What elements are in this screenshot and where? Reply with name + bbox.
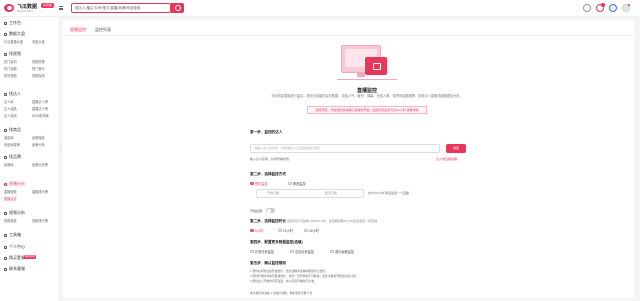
sidebar-subitem[interactable]: 品牌分析 xyxy=(32,142,45,147)
sidebar-item-toolbox[interactable]: 工具箱 xyxy=(4,232,21,238)
brand-name: 飞瓜数据 xyxy=(17,4,38,10)
sidebar-subitem[interactable]: 商品销量榜 xyxy=(4,142,20,147)
sidebar-subitem[interactable]: 直播达人榜 xyxy=(32,106,48,111)
sidebar-subitem[interactable]: 直播达人榜 xyxy=(32,99,48,104)
sidebar-item-influencer[interactable]: 找达人 xyxy=(4,91,21,97)
end-date-field[interactable]: 结束日期 xyxy=(325,190,337,197)
sidebar: 工作台 数据大盘 行业直播大盘 流量大盘 找视频 热门素材 视频热榜 热门话题 … xyxy=(0,17,60,301)
checkbox-interaction-analysis[interactable]: 互动分析监控 xyxy=(290,249,314,254)
tool-icon xyxy=(4,233,7,237)
avatar[interactable] xyxy=(622,4,630,12)
sidebar-subitem[interactable]: 视频热榜 xyxy=(32,59,45,64)
search-button[interactable] xyxy=(171,3,184,13)
duration-tip: 共计0.0小时 每天最多一个直播 xyxy=(368,191,410,195)
page-description: 可对特定直播进行监控，提供分钟级的实时数据，包括人气、曝光、弹幕、在线人数、带货… xyxy=(271,94,463,98)
toggle-label: 开播提醒 xyxy=(250,209,263,213)
bag-icon xyxy=(4,128,7,132)
not-live-reminder-link[interactable]: 达人未直播提醒 xyxy=(436,157,457,161)
sidebar-subitem[interactable]: 热门音乐 xyxy=(32,66,45,71)
radio-6h[interactable]: 6小时 xyxy=(250,228,263,233)
brand-subtitle: FEIGUA DATA xyxy=(17,10,34,13)
influencer-search-input[interactable]: 请输入达人抖音号、名称或达人主页链接进行搜索 xyxy=(250,144,440,153)
rule-line: 2.预约开始时间前可取消监控，监控一旦开始则不可取消；监控次数按开始监控后计算。 xyxy=(250,274,359,278)
message-icon[interactable] xyxy=(596,3,605,12)
checkbox-audience-profile[interactable]: 观众画像监控 xyxy=(330,249,354,254)
sidebar-subitem[interactable]: 热门话题 xyxy=(4,66,17,71)
radio-12h[interactable]: 12小时 xyxy=(278,228,293,233)
top-bar: 飞瓜数据 抖音版 FEIGUA DATA 搜达人/播主/抖号/宝贝/直播/品牌/… xyxy=(0,0,640,17)
sidebar-subitem[interactable]: 达人选品 xyxy=(4,106,17,111)
search-button[interactable]: 搜索 xyxy=(446,144,466,153)
step4-title: 第四步、配置更多数据监控(选填) xyxy=(250,240,303,244)
live-icon xyxy=(4,182,7,186)
radio-24h[interactable]: 24小时 xyxy=(304,228,319,233)
step3-title: 第二步、选择监控时长 监控时长可选择1小时/24小时，监控期间每24小时最多监控… xyxy=(250,219,378,223)
sidebar-item-service[interactable]: 联系客服 xyxy=(4,266,25,272)
usage-notice[interactable]: 使用须知：开启监控前请确认直播未开始，监控时长最长可达24小时 查看详情 xyxy=(307,106,427,114)
video-icon xyxy=(4,52,7,56)
sidebar-subitem-live-monitor[interactable]: 直播监控 xyxy=(4,196,17,201)
sidebar-subitem[interactable]: 热门素材 xyxy=(4,59,17,64)
checkbox-gift-analysis[interactable]: 礼物分析监控 xyxy=(250,249,274,254)
quota-text: 本次监控将消耗 1 次监控次数，剩余监控次数 5 次 xyxy=(250,291,313,295)
sidebar-subitem[interactable]: 行业直播大盘 xyxy=(4,39,23,44)
app-icon[interactable] xyxy=(583,4,591,12)
sidebar-subitem[interactable]: 带货视频 xyxy=(4,73,17,78)
sidebar-subitem[interactable]: 选品库 xyxy=(4,135,14,140)
sidebar-item-goods[interactable]: 找商品 xyxy=(4,127,21,133)
step2-title: 第二步、选择监控方式 xyxy=(250,172,286,176)
service-icon xyxy=(4,267,7,271)
main-panel: 直播监控 监控列表 直播监控 可对特定直播进行监控，提供分钟级的实时数据，包括人… xyxy=(63,20,634,298)
sidebar-subitem[interactable]: 视频探测 xyxy=(32,73,45,78)
sidebar-subitem[interactable]: 达人探测 xyxy=(4,113,17,118)
sidebar-item-video[interactable]: 找视频 xyxy=(4,51,21,57)
search-input[interactable]: 搜达人/播主/抖号/宝贝/直播/品牌/商品搜索 xyxy=(71,3,171,13)
sidebar-subitem[interactable]: 直播排行榜 xyxy=(32,189,48,194)
user-icon xyxy=(4,92,7,96)
brand-logo[interactable] xyxy=(4,3,16,13)
sidebar-item-personal[interactable]: 个人中心 xyxy=(4,244,25,250)
promo-badge: 限时特惠 xyxy=(24,255,37,259)
rule-line: 1.预约时间到达后开启监控，监控过程中直播中断则停止监控。 xyxy=(250,269,328,273)
home-icon xyxy=(4,21,7,25)
sidebar-item-live[interactable]: 直播分析 xyxy=(4,181,25,187)
live-monitor-illustration xyxy=(337,43,397,83)
date-range-picker[interactable]: 开始日期 结束日期 xyxy=(256,189,364,198)
cart-icon xyxy=(4,256,7,260)
play-icon xyxy=(4,211,7,215)
menu-icon[interactable] xyxy=(59,6,63,10)
sidebar-item-brand[interactable]: 找品牌 xyxy=(4,154,21,160)
brand-badge: 抖音版 xyxy=(41,3,55,8)
chart-icon xyxy=(4,32,7,36)
sidebar-subitem[interactable]: 品牌搜索 xyxy=(32,135,45,140)
sidebar-subitem[interactable]: 品牌库 xyxy=(4,162,14,167)
sidebar-subitem[interactable]: 直播搜索 xyxy=(4,189,17,194)
sidebar-subitem[interactable]: 视频排行榜 xyxy=(32,218,48,223)
rule-line: 3.预约达人开播时间有变更，将以实际开播时间为准。 xyxy=(250,279,317,283)
sidebar-item-market[interactable]: 数据大盘 xyxy=(4,31,25,37)
live-reminder-toggle[interactable] xyxy=(266,208,275,213)
sidebar-item-purchase[interactable]: 购买套餐 xyxy=(4,255,25,261)
sidebar-item-video-analysis[interactable]: 视频分析 xyxy=(4,210,25,216)
page-title: 直播监控 xyxy=(356,88,377,94)
start-date-field[interactable]: 开始日期 xyxy=(267,190,279,197)
step1-hint: 输入达人名称、抖音号等搜索。 xyxy=(250,157,293,161)
sidebar-subitem[interactable]: MCN机构库 xyxy=(32,113,49,118)
sidebar-item-workbench[interactable]: 工作台 xyxy=(4,20,21,26)
vip-icon[interactable] xyxy=(609,4,617,12)
step1-title: 第一步、监控的达人 xyxy=(250,130,283,134)
tag-icon xyxy=(4,155,7,159)
person-icon xyxy=(4,245,7,249)
step5-title: 第五步、确认监控规则 xyxy=(250,261,286,265)
sidebar-subitem[interactable]: 流量大盘 xyxy=(32,39,45,44)
sidebar-subitem[interactable]: 达人库 xyxy=(4,99,14,104)
radio-scheduled[interactable]: 预约监控 xyxy=(250,181,268,186)
tab-divider xyxy=(63,35,634,36)
sidebar-subitem[interactable]: 品牌分析榜 xyxy=(32,162,48,167)
sidebar-subitem[interactable]: 视频搜索 xyxy=(4,218,17,223)
radio-immediate[interactable]: 即刻监控 xyxy=(288,181,306,186)
